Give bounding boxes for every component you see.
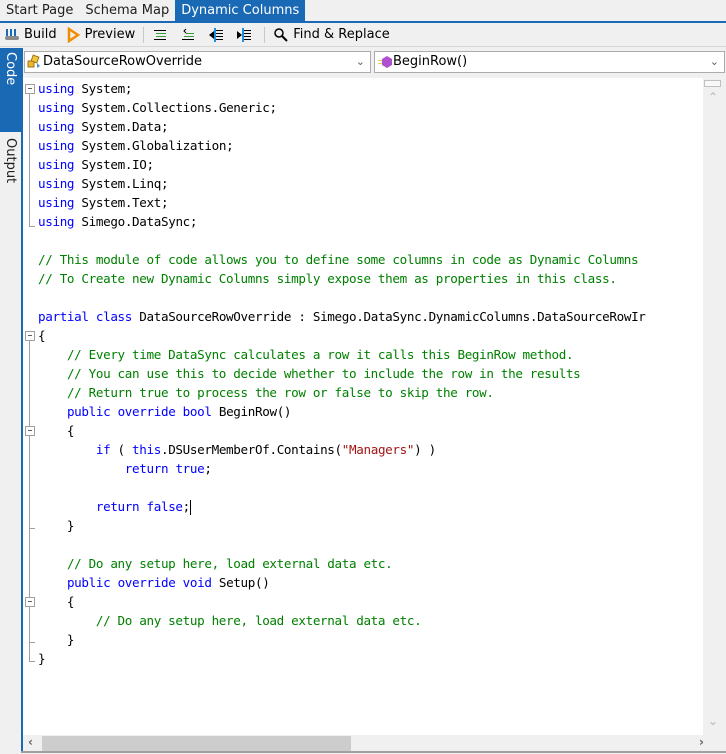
bottom-border bbox=[21, 751, 726, 753]
side-tab-strip: Source Code Output bbox=[0, 48, 33, 754]
fold-end bbox=[29, 528, 35, 529]
fold-toggle-icon[interactable] bbox=[25, 331, 35, 341]
preview-label: Preview bbox=[84, 27, 136, 42]
tab-start-page[interactable]: Start Page bbox=[0, 0, 79, 21]
horizontal-scrollbar[interactable]: ‹ › bbox=[23, 735, 723, 752]
fold-line bbox=[29, 341, 30, 661]
scroll-left-arrow-icon[interactable]: ‹ bbox=[28, 735, 33, 749]
decrease-indent-button[interactable] bbox=[204, 24, 232, 45]
code-line[interactable]: } bbox=[38, 630, 646, 649]
tab-dynamic-columns[interactable]: Dynamic Columns bbox=[175, 0, 306, 21]
tab-output[interactable]: Output bbox=[0, 134, 21, 184]
preview-play-icon bbox=[65, 26, 81, 43]
toolbar-separator bbox=[143, 26, 145, 43]
code-line[interactable]: public override void Setup() bbox=[38, 573, 646, 592]
member-selector-dropdown[interactable]: BeginRow() ⌄ bbox=[374, 51, 725, 73]
code-line[interactable]: if ( this.DSUserMemberOf.Contains("Manag… bbox=[38, 440, 646, 459]
code-line[interactable]: return false; bbox=[38, 497, 646, 516]
code-line[interactable] bbox=[38, 535, 646, 554]
fold-toggle-icon[interactable] bbox=[25, 84, 35, 94]
code-line[interactable]: // You can use this to decide whether to… bbox=[38, 364, 646, 383]
code-line[interactable]: using System.Collections.Generic; bbox=[38, 98, 646, 117]
code-line[interactable]: using System; bbox=[38, 79, 646, 98]
fold-end bbox=[29, 642, 35, 643]
toolbar-separator bbox=[264, 26, 266, 43]
code-line[interactable]: // Return true to process the row or fal… bbox=[38, 383, 646, 402]
fold-toggle-icon[interactable] bbox=[25, 597, 35, 607]
increase-indent-button[interactable] bbox=[232, 24, 260, 45]
tab-source-code[interactable]: Source Code bbox=[0, 48, 33, 132]
vertical-scrollbar[interactable]: ⌃ ⌄ bbox=[703, 78, 723, 735]
text-cursor bbox=[189, 500, 191, 515]
code-line[interactable]: using System.Globalization; bbox=[38, 136, 646, 155]
code-line[interactable]: using System.IO; bbox=[38, 155, 646, 174]
increase-indent-icon bbox=[236, 27, 252, 43]
code-line[interactable]: public override bool BeginRow() bbox=[38, 402, 646, 421]
code-line[interactable]: return true; bbox=[38, 459, 646, 478]
decrease-indent-icon bbox=[208, 27, 224, 43]
code-line[interactable]: // Every time DataSync calculates a row … bbox=[38, 345, 646, 364]
code-line[interactable] bbox=[38, 288, 646, 307]
method-icon bbox=[378, 55, 393, 76]
search-icon bbox=[273, 27, 289, 43]
code-line[interactable]: partial class DataSourceRowOverride : Si… bbox=[38, 307, 646, 326]
code-line[interactable]: { bbox=[38, 326, 646, 345]
code-editor[interactable]: using System; using System.Collections.Ge… bbox=[23, 78, 703, 735]
code-line[interactable] bbox=[38, 231, 646, 250]
fold-line bbox=[29, 94, 30, 226]
navigation-bar: DataSourceRowOverride ⌄ BeginRow() ⌄ bbox=[23, 49, 726, 75]
code-line[interactable]: using System.Data; bbox=[38, 117, 646, 136]
member-selector-value: BeginRow() bbox=[393, 54, 468, 69]
comment-lines-button[interactable] bbox=[148, 24, 176, 45]
tab-output-label: Output bbox=[3, 138, 18, 184]
scroll-up-arrow-icon[interactable]: ⌃ bbox=[708, 90, 718, 104]
vertical-scroll-thumb[interactable] bbox=[704, 80, 721, 87]
code-line[interactable]: // Do any setup here, load external data… bbox=[38, 554, 646, 573]
uncomment-lines-button[interactable] bbox=[176, 24, 204, 45]
build-icon bbox=[4, 27, 20, 43]
build-button[interactable]: Build bbox=[0, 24, 61, 45]
code-line[interactable]: // To Create new Dynamic Columns simply … bbox=[38, 269, 646, 288]
class-selector-dropdown[interactable]: DataSourceRowOverride ⌄ bbox=[24, 51, 371, 73]
scroll-down-arrow-icon[interactable]: ⌄ bbox=[708, 714, 718, 728]
chevron-down-icon: ⌄ bbox=[709, 55, 719, 68]
document-tab-bar: Start Page Schema Map Dynamic Columns bbox=[0, 0, 726, 23]
code-text[interactable]: using System; using System.Collections.Ge… bbox=[38, 79, 646, 668]
code-line[interactable]: // This module of code allows you to def… bbox=[38, 250, 646, 269]
preview-button[interactable]: Preview bbox=[61, 24, 140, 45]
code-line[interactable]: using System.Linq; bbox=[38, 174, 646, 193]
code-line[interactable]: { bbox=[38, 592, 646, 611]
fold-toggle-icon[interactable] bbox=[25, 426, 35, 436]
fold-end bbox=[29, 226, 35, 227]
code-line[interactable]: // Do any setup here, load external data… bbox=[38, 611, 646, 630]
fold-gutter bbox=[23, 78, 37, 735]
chevron-down-icon: ⌄ bbox=[355, 55, 365, 68]
horizontal-scroll-thumb[interactable] bbox=[42, 736, 351, 751]
code-line[interactable] bbox=[38, 478, 646, 497]
class-selector-value: DataSourceRowOverride bbox=[43, 54, 202, 69]
find-replace-label: Find & Replace bbox=[293, 27, 390, 42]
fold-end bbox=[29, 661, 35, 662]
code-line[interactable]: using System.Text; bbox=[38, 193, 646, 212]
scroll-right-arrow-icon[interactable]: › bbox=[699, 735, 704, 749]
find-replace-button[interactable]: Find & Replace bbox=[269, 24, 393, 45]
comment-lines-icon bbox=[152, 27, 168, 43]
code-line[interactable]: { bbox=[38, 421, 646, 440]
tab-schema-map[interactable]: Schema Map bbox=[79, 0, 175, 21]
code-line[interactable]: using Simego.DataSync; bbox=[38, 212, 646, 231]
build-label: Build bbox=[24, 27, 57, 42]
code-line[interactable]: } bbox=[38, 649, 646, 668]
uncomment-lines-icon bbox=[180, 27, 196, 43]
toolbar: Build Preview Find & Replace bbox=[0, 23, 726, 47]
class-icon bbox=[27, 54, 42, 76]
code-line[interactable]: } bbox=[38, 516, 646, 535]
